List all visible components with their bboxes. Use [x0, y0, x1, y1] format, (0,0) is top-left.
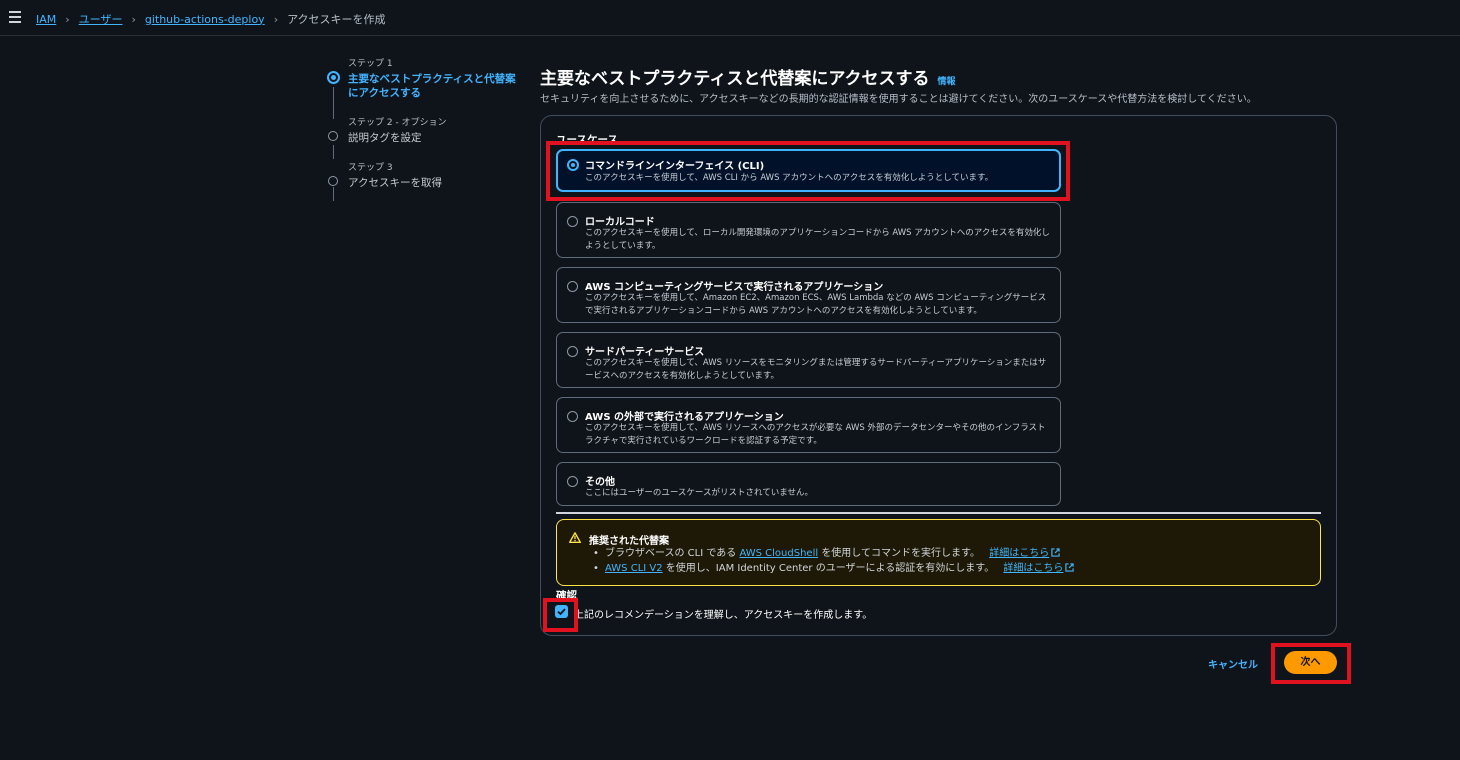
alert-text: を使用してコマンドを実行します。 [821, 548, 981, 559]
step-number: ステップ 1 [348, 59, 393, 69]
use-case-option-other[interactable]: その他 ここにはユーザーのユースケースがリストされていません。 [556, 462, 1061, 506]
radio-icon[interactable] [567, 216, 578, 227]
wizard-step-2[interactable]: ステップ 2 - オプション 説明タグを設定 [328, 115, 518, 145]
option-title: ローカルコード [585, 217, 655, 228]
option-description: このアクセスキーを使用して、AWS リソースへのアクセスが必要な AWS 外部の… [585, 423, 1046, 446]
alert-text: を使用し、IAM Identity Center のユーザーによる認証を有効にし… [665, 563, 995, 574]
step-connector [333, 145, 334, 159]
use-case-option-local-code[interactable]: ローカルコード このアクセスキーを使用して、ローカル開発環境のアプリケーションコ… [556, 202, 1061, 258]
step-current-icon [327, 71, 340, 84]
alert-title: 推奨された代替案 [589, 536, 669, 547]
confirm-checkbox-label[interactable]: 上記のレコメンデーションを理解し、アクセスキーを作成します。 [574, 606, 872, 621]
radio-selected-icon[interactable] [567, 159, 579, 171]
step-number: ステップ 2 - オプション [348, 118, 447, 128]
alert-text: ブラウザベースの CLI である [605, 548, 737, 559]
breadcrumb-current: アクセスキーを作成 [287, 13, 386, 26]
info-link[interactable]: 情報 [937, 74, 955, 87]
learn-more-link[interactable]: 詳細はこちら [1003, 563, 1063, 574]
external-link-icon[interactable] [1051, 548, 1060, 557]
chevron-right-icon: › [131, 12, 136, 26]
option-title: コマンドラインインターフェイス (CLI) [585, 161, 765, 172]
radio-icon[interactable] [567, 346, 578, 357]
menu-icon[interactable] [9, 11, 21, 23]
alert-list: ブラウザベースの CLI である AWS CloudShell を使用してコマン… [593, 546, 1075, 576]
wizard-step-1[interactable]: ステップ 1 主要なベストプラクティスと代替案にアクセスする [327, 56, 518, 100]
page-title-text: 主要なベストプラクティスと代替案にアクセスする [540, 69, 930, 89]
use-case-option-third-party[interactable]: サードパーティーサービス このアクセスキーを使用して、AWS リソースをモニタリ… [556, 332, 1061, 388]
option-description: このアクセスキーを使用して、AWS リソースをモニタリングまたは管理するサードパ… [585, 358, 1047, 381]
use-case-option-cli[interactable]: コマンドラインインターフェイス (CLI) このアクセスキーを使用して、AWS … [556, 149, 1061, 192]
top-navigation-bar: IAM › ユーザー › github-actions-deploy › アクセ… [0, 0, 1460, 36]
step-pending-icon [328, 176, 338, 186]
page-description: セキュリティを向上させるために、アクセスキーなどの長期的な認証情報を使用すること… [540, 94, 1257, 105]
option-description: ここにはユーザーのユースケースがリストされていません。 [585, 488, 813, 498]
breadcrumb-user[interactable]: github-actions-deploy [145, 13, 265, 26]
warning-icon [569, 532, 581, 543]
option-title: その他 [585, 477, 615, 488]
chevron-right-icon: › [273, 12, 279, 26]
wizard-step-3[interactable]: ステップ 3 アクセスキーを取得 [328, 160, 518, 190]
radio-icon[interactable] [567, 411, 578, 422]
cli-v2-link[interactable]: AWS CLI V2 [605, 563, 663, 574]
option-title: サードパーティーサービス [585, 347, 705, 358]
breadcrumb-users[interactable]: ユーザー [79, 11, 123, 27]
option-title: AWS コンピューティングサービスで実行されるアプリケーション [585, 282, 884, 293]
external-link-icon[interactable] [1065, 563, 1075, 572]
chevron-right-icon: › [65, 12, 70, 26]
step-title: 説明タグを設定 [348, 132, 422, 144]
step-title: アクセスキーを取得 [348, 177, 442, 189]
option-description: このアクセスキーを使用して、AWS CLI から AWS アカウントへのアクセス… [585, 173, 994, 183]
wizard-steps: ステップ 1 主要なベストプラクティスと代替案にアクセスする ステップ 2 - … [327, 56, 518, 205]
alert-item-cli-v2: AWS CLI V2 を使用し、IAM Identity Center のユーザ… [593, 561, 1075, 576]
use-case-option-outside-aws[interactable]: AWS の外部で実行されるアプリケーション このアクセスキーを使用して、AWS … [556, 397, 1061, 453]
use-case-option-aws-compute[interactable]: AWS コンピューティングサービスで実行されるアプリケーション このアクセスキー… [556, 267, 1061, 323]
recommended-alternatives-alert: 推奨された代替案 ブラウザベースの CLI である AWS CloudShell… [556, 519, 1321, 586]
radio-icon[interactable] [567, 476, 578, 487]
breadcrumb: IAM › ユーザー › github-actions-deploy › アクセ… [36, 11, 386, 27]
use-case-label: ユースケース [556, 134, 618, 146]
confirm-label: 確認 [556, 590, 577, 602]
confirm-checkbox[interactable] [555, 605, 568, 618]
cancel-button[interactable]: キャンセル [1208, 656, 1258, 671]
checkmark-icon [557, 608, 566, 616]
option-description: このアクセスキーを使用して、Amazon EC2、Amazon ECS、AWS … [585, 293, 1047, 316]
step-pending-icon [328, 131, 338, 141]
option-title: AWS の外部で実行されるアプリケーション [585, 412, 784, 423]
breadcrumb-iam[interactable]: IAM [36, 13, 56, 26]
option-description: このアクセスキーを使用して、ローカル開発環境のアプリケーションコードから AWS… [585, 228, 1050, 251]
page-title: 主要なベストプラクティスと代替案にアクセスする 情報 [540, 64, 956, 89]
next-button[interactable]: 次へ [1284, 651, 1337, 674]
cloudshell-link[interactable]: AWS CloudShell [739, 548, 818, 559]
step-number: ステップ 3 [348, 163, 393, 173]
radio-icon[interactable] [567, 281, 578, 292]
step-title: 主要なベストプラクティスと代替案にアクセスする [348, 73, 516, 99]
alert-item-cloudshell: ブラウザベースの CLI である AWS CloudShell を使用してコマン… [593, 546, 1074, 561]
learn-more-link[interactable]: 詳細はこちら [989, 548, 1049, 559]
divider [556, 512, 1321, 514]
